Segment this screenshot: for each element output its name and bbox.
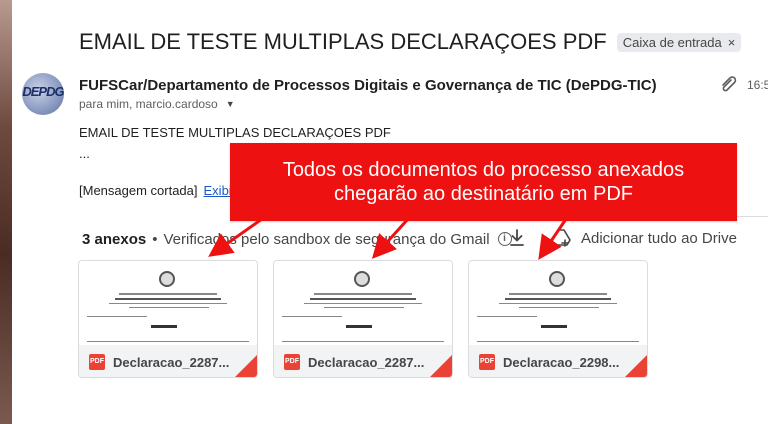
- subject-row: EMAIL DE TESTE MULTIPLAS DECLARAÇOES PDF…: [79, 28, 742, 56]
- body-line-2: ...: [79, 146, 90, 161]
- seal-icon: [354, 271, 370, 287]
- download-all-icon[interactable]: [509, 229, 525, 247]
- doc-heading: [541, 325, 567, 328]
- chevron-down-icon[interactable]: ▼: [226, 99, 235, 109]
- attachment-card[interactable]: PDF Declaracao_2298...: [468, 260, 648, 378]
- attachment-preview: [79, 261, 257, 345]
- doc-heading: [151, 325, 177, 328]
- separator-dot: •: [152, 230, 158, 248]
- attachment-footer: PDF Declaracao_2298...: [469, 345, 647, 377]
- attachments-header: 3 anexos • Verificados pelo sandbox de s…: [82, 230, 512, 248]
- pdf-file-icon: PDF: [479, 354, 495, 370]
- background-strip: [0, 0, 12, 424]
- annotation-text: Todos os documentos do processo anexados…: [283, 158, 684, 206]
- add-all-to-drive-button[interactable]: Adicionar tudo ao Drive: [581, 230, 737, 247]
- pdf-file-icon: PDF: [89, 354, 105, 370]
- email-subject: EMAIL DE TESTE MULTIPLAS DECLARAÇOES PDF: [79, 29, 607, 54]
- annotation-line-2: chegarão ao destinatário em PDF: [333, 183, 634, 205]
- attachment-footer: PDF Declaracao_2287...: [274, 345, 452, 377]
- annotation-line-1: Todos os documentos do processo anexados: [282, 159, 685, 181]
- attachment-filename: Declaracao_2298...: [503, 354, 620, 370]
- email-time: 16:5: [747, 78, 768, 92]
- attachment-preview: [274, 261, 452, 345]
- recipients[interactable]: para mim, marcio.cardoso ▼: [79, 97, 235, 111]
- remove-label-icon[interactable]: ×: [728, 35, 736, 50]
- avatar-logo-text: DEPDG: [22, 84, 64, 99]
- attachment-card[interactable]: PDF Declaracao_2287...: [273, 260, 453, 378]
- annotation-callout: Todos os documentos do processo anexados…: [230, 143, 737, 221]
- truncated-label: [Mensagem cortada]: [79, 183, 198, 198]
- attachment-preview: [469, 261, 647, 345]
- sender-name[interactable]: FUFSCar/Departamento de Processos Digita…: [79, 77, 657, 94]
- pdf-file-icon: PDF: [284, 354, 300, 370]
- label-chip-text: Caixa de entrada: [622, 34, 722, 50]
- page-fold-icon: [625, 355, 647, 377]
- add-to-drive-icon[interactable]: [551, 228, 571, 248]
- attachment-clip-icon: [722, 76, 737, 92]
- body-line-1: EMAIL DE TESTE MULTIPLAS DECLARAÇOES PDF: [79, 125, 391, 140]
- label-chip-inbox[interactable]: Caixa de entrada ×: [616, 32, 742, 52]
- page-fold-icon: [430, 355, 452, 377]
- scan-note: Verificados pelo sandbox de segurança do…: [163, 230, 490, 248]
- view-full-message-link[interactable]: Exibi: [204, 183, 232, 198]
- attachment-card[interactable]: PDF Declaracao_2287...: [78, 260, 258, 378]
- attachments-count: 3 anexos: [82, 230, 147, 248]
- page-fold-icon: [235, 355, 257, 377]
- seal-icon: [549, 271, 565, 287]
- attachment-filename: Declaracao_2287...: [308, 354, 425, 370]
- doc-heading: [346, 325, 372, 328]
- avatar[interactable]: DEPDG: [22, 73, 64, 115]
- recipients-text: para mim, marcio.cardoso: [79, 97, 218, 111]
- seal-icon: [159, 271, 175, 287]
- truncated-message: [Mensagem cortada] Exibi: [79, 183, 232, 198]
- attachment-filename: Declaracao_2287...: [113, 354, 230, 370]
- attachment-footer: PDF Declaracao_2287...: [79, 345, 257, 377]
